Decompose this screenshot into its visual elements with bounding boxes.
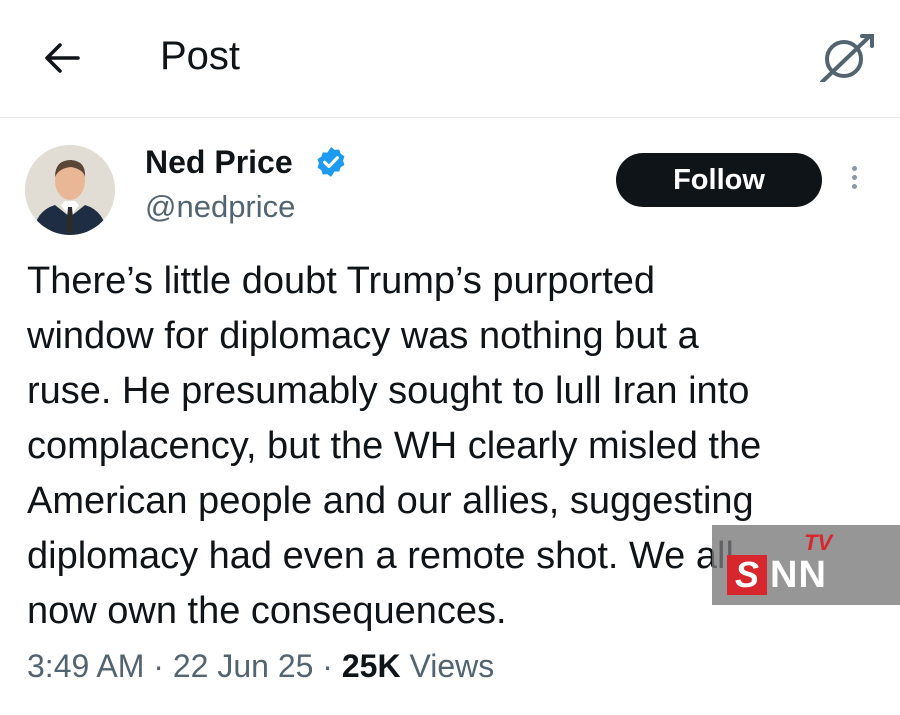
post-line: ruse. He presumably sought to lull Iran … [27, 370, 750, 412]
post-date[interactable]: 22 Jun 25 [173, 648, 314, 684]
snn-tv-watermark-logo: TV S NN [712, 525, 900, 605]
post-line: There’s little doubt Trump’s purported [27, 260, 656, 302]
post-meta: 3:49 AM · 22 Jun 25 · 25K Views [27, 648, 494, 685]
page-title: Post [160, 34, 241, 78]
meta-separator: · [153, 648, 164, 684]
verified-badge-icon [314, 145, 348, 179]
top-bar: Post [0, 0, 900, 118]
author-avatar[interactable] [25, 145, 115, 235]
post-line: complacency, but the WH clearly misled t… [27, 425, 762, 467]
watermark-tv: TV [804, 530, 833, 555]
views-label: Views [409, 648, 495, 684]
post-line: American people and our allies, suggesti… [27, 480, 754, 522]
watermark-s: S [727, 555, 767, 595]
more-vertical-icon[interactable] [840, 162, 868, 198]
watermark-nn: NN [770, 554, 827, 596]
post-time[interactable]: 3:49 AM [27, 648, 144, 684]
author-handle[interactable]: @nedprice [145, 189, 295, 225]
views-count: 25K [341, 648, 401, 684]
author-name[interactable]: Ned Price [145, 144, 293, 181]
follow-button[interactable]: Follow [616, 153, 822, 207]
meta-separator: · [322, 648, 333, 684]
grok-icon[interactable] [816, 32, 876, 84]
post-line: window for diplomacy was nothing but a [27, 315, 699, 357]
back-arrow-icon[interactable] [40, 36, 84, 80]
